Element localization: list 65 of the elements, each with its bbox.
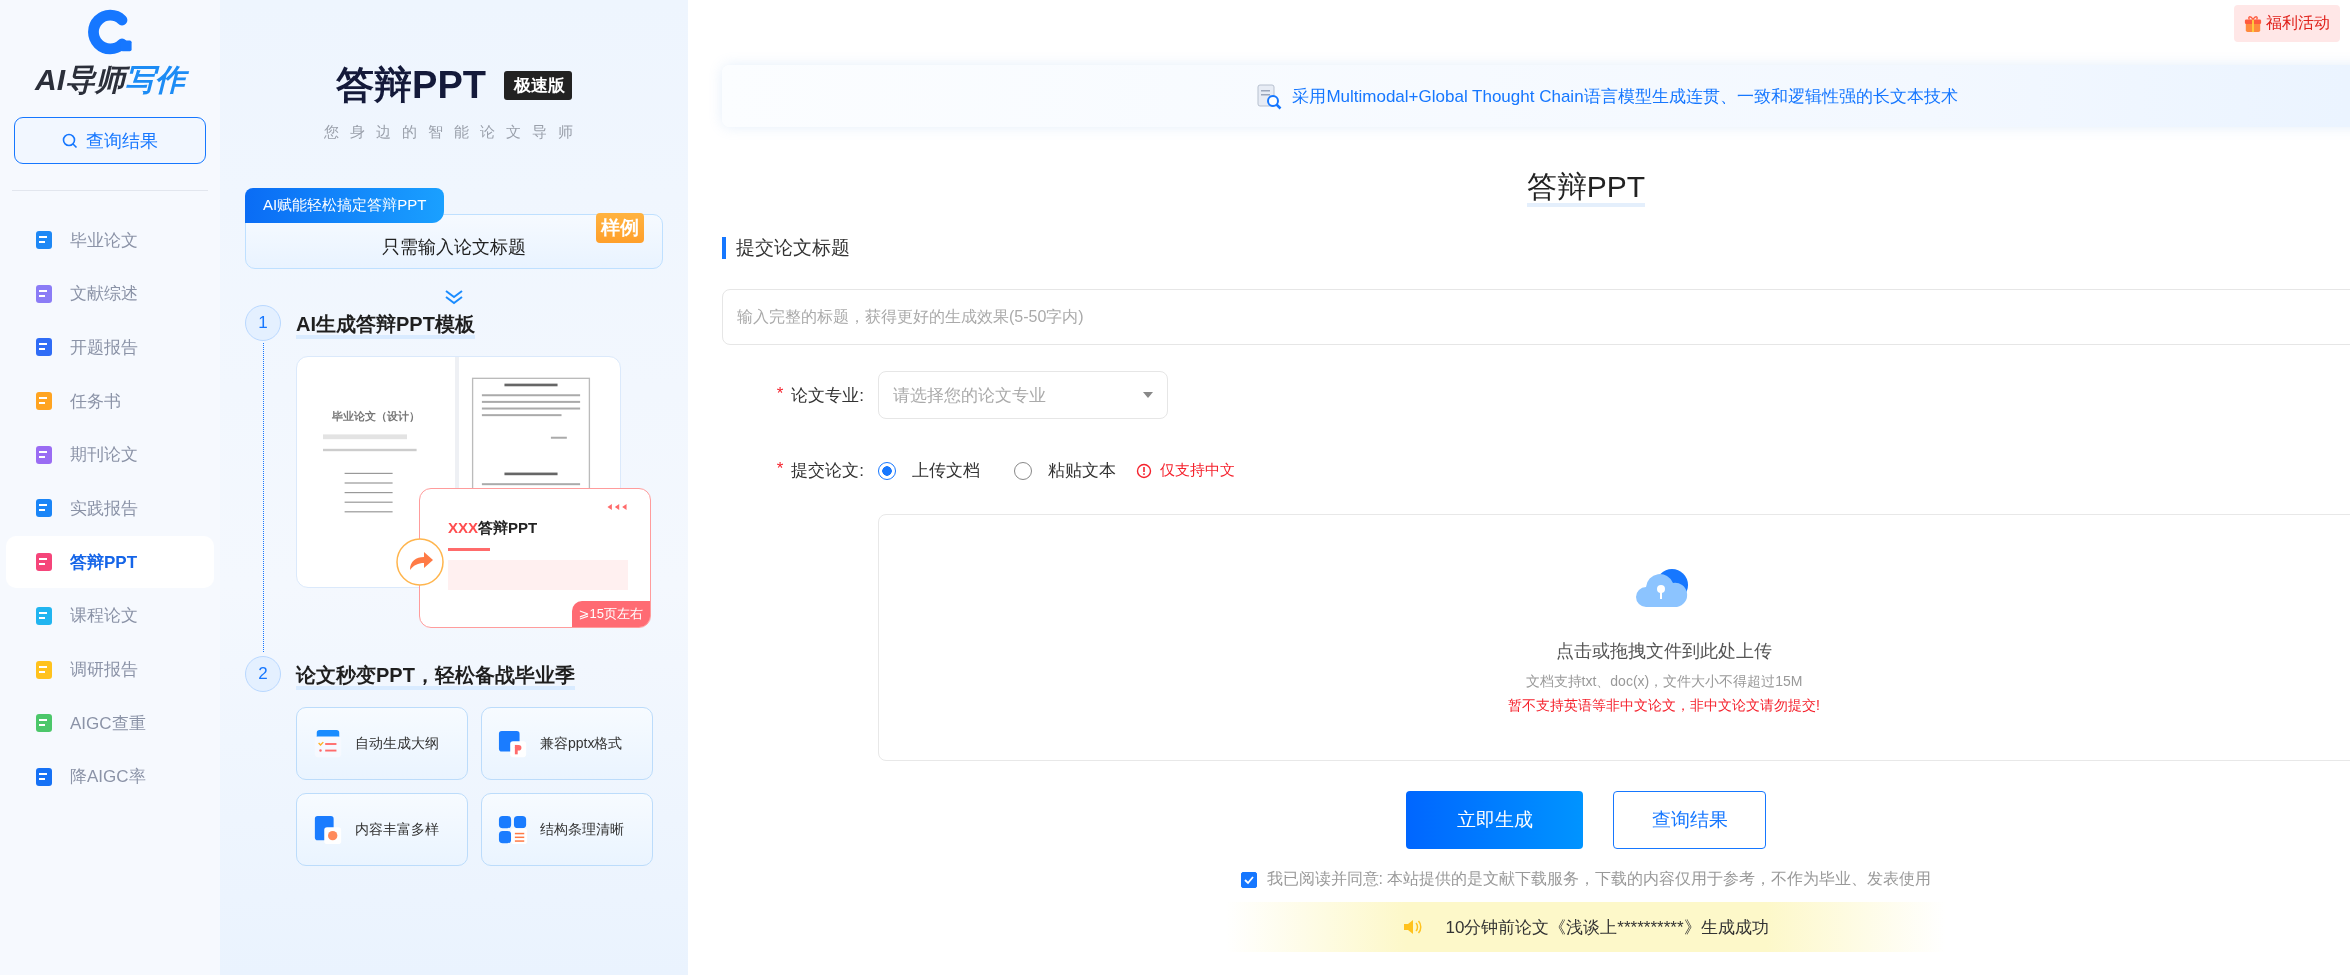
search-button[interactable]: 查询结果 <box>14 117 206 164</box>
title-underline <box>448 548 490 551</box>
agreement-checkbox[interactable] <box>1240 871 1257 888</box>
step-number: 2 <box>245 656 281 692</box>
sidebar-item[interactable]: 降AIGC率 <box>6 750 214 803</box>
step-title: AI生成答辩PPT模板 <box>296 313 475 339</box>
search-icon <box>62 132 78 149</box>
page-count-badge: ⩾15页左右 <box>571 601 650 627</box>
logo-icon <box>86 8 134 56</box>
sidebar-item[interactable]: 毕业论文 <box>6 214 214 266</box>
form-title: 答辩PPT <box>1526 170 1646 207</box>
promo-subtitle: 您身边的智能论文导师 <box>324 123 584 142</box>
arrows-icon <box>606 503 628 511</box>
upload-warning: 暂不支持英语等非中文论文，非中文论文请勿提交! <box>1508 697 1820 715</box>
grid-list-icon <box>498 814 528 845</box>
note-text: 仅支持中文 <box>1160 461 1235 480</box>
upload-title: 点击或拖拽文件到此处上传 <box>1556 640 1772 663</box>
sample-badge: 样例 <box>596 213 644 243</box>
title-input[interactable]: 输入完整的标题，获得更好的生成效果(5-50字内) <box>722 289 2350 345</box>
required-mark: * <box>776 383 784 405</box>
sidebar-item[interactable]: 任务书 <box>6 375 214 428</box>
sidebar-item[interactable]: 文献综述 <box>6 267 214 320</box>
feature-label: 兼容pptx格式 <box>540 734 623 753</box>
step-number: 1 <box>245 305 281 341</box>
field-label: 提交论文: <box>791 460 864 482</box>
required-mark: * <box>776 459 784 480</box>
major-select[interactable]: 请选择您的论文专业 <box>878 371 1168 419</box>
sidebar-item[interactable]: 实践报告 <box>6 482 214 535</box>
feature-label: 内容丰富多样 <box>355 820 439 839</box>
double-chevron-icon <box>444 289 464 305</box>
document-title: 毕业论文（设计） <box>331 409 421 424</box>
scroll-search-icon <box>1254 82 1283 110</box>
upload-hint: 文档支持txt、doc(x)，文件大小不得超过15M <box>1525 673 1803 691</box>
checklist-icon <box>313 728 343 759</box>
sidebar-item[interactable]: 答辩PPT <box>6 536 214 589</box>
sidebar-item[interactable]: 调研报告 <box>6 643 214 696</box>
presentation-file-icon <box>498 728 528 759</box>
speaker-icon <box>1403 919 1424 935</box>
notice-text: 10分钟前论文《浅谈上**********》生成成功 <box>1445 916 1769 939</box>
sidebar-item[interactable]: 期刊论文 <box>6 428 214 481</box>
query-button[interactable]: 查询结果 <box>1613 791 1766 849</box>
pie-chart-document-icon <box>313 814 343 845</box>
radio-button[interactable] <box>878 461 896 480</box>
generate-button[interactable]: 立即生成 <box>1406 791 1583 849</box>
section-heading: 提交论文标题 <box>722 237 2350 259</box>
alert-icon <box>1136 462 1152 479</box>
agreement-text: 我已阅读并同意: 本站提供的是文献下载服务，下载的内容仅用于参考，不作为毕业、发表使用 <box>1266 869 1932 889</box>
promo-title: 答辩PPT <box>336 63 486 108</box>
gift-icon <box>2244 14 2262 33</box>
sidebar-item[interactable]: AIGC查重 <box>6 697 214 750</box>
slide-title: XXX答辩PPT <box>448 519 539 538</box>
feature-label: 自动生成大纲 <box>355 734 439 753</box>
step-title: 论文秒变PPT，轻松备战毕业季 <box>296 664 575 690</box>
sidebar-item[interactable]: 开题报告 <box>6 321 214 374</box>
field-label: 论文专业: <box>791 384 864 407</box>
feature-label: 结构条理清晰 <box>540 820 624 839</box>
caret-icon <box>1143 392 1153 398</box>
sidebar-item[interactable]: 课程论文 <box>6 589 214 642</box>
benefits-button[interactable]: 福利活动 <box>2234 5 2340 42</box>
radio-option[interactable]: 粘贴文本 <box>1014 459 1116 482</box>
upload-area[interactable]: 点击或拖拽文件到此处上传 文档支持txt、doc(x)，文件大小不得超过15M 暂不支持英语等非中文论文，非中文论文请勿提交! <box>878 514 2350 761</box>
edition-tag: 极速版 <box>503 71 572 100</box>
card-text: 只需输入论文标题 <box>382 235 526 259</box>
radio-option[interactable]: 上传文档 <box>878 459 980 482</box>
banner-text: 采用Multimodal+Global Thought Chain语言模型生成连贯、一致和逻辑性强的长文本技术 <box>1292 85 1958 108</box>
